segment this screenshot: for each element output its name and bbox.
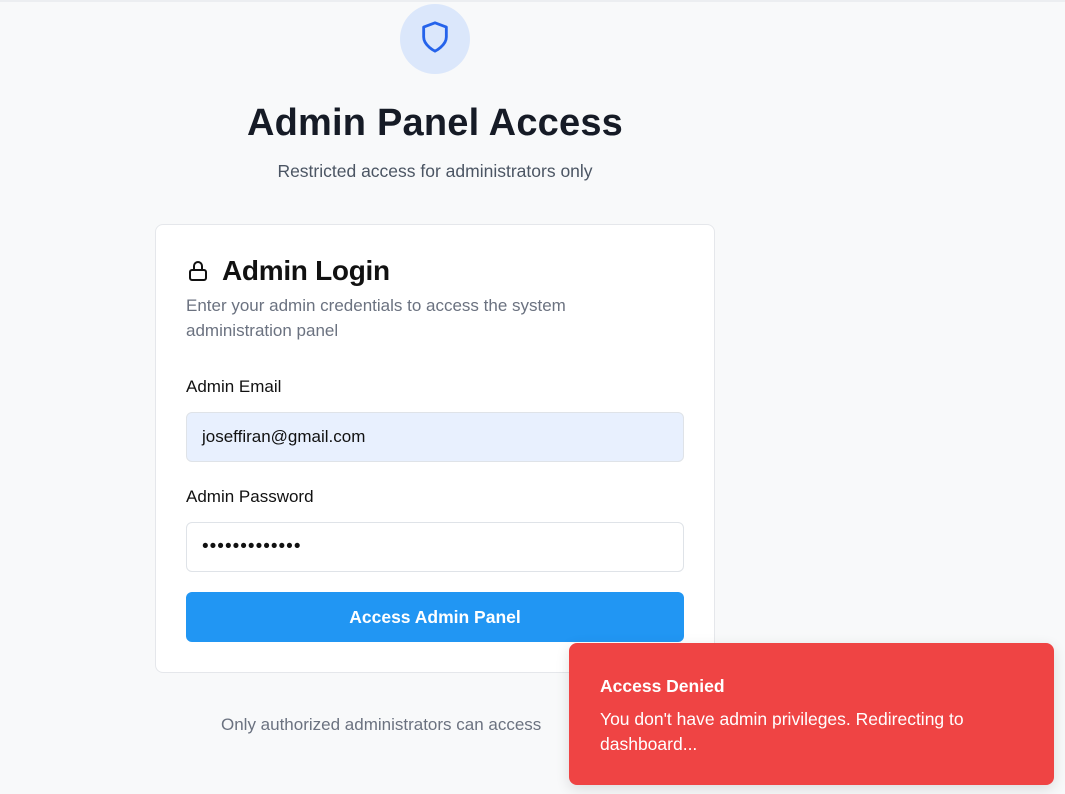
footer-note: Only authorized administrators can acces… — [221, 715, 542, 734]
toast-message: You don't have admin privileges. Redirec… — [600, 709, 964, 754]
card-description: Enter your admin credentials to access t… — [186, 296, 566, 340]
email-value: joseffiran@gmail.com — [202, 427, 366, 446]
toast-title: Access Denied — [600, 676, 725, 696]
email-label: Admin Email — [186, 377, 282, 396]
shield-icon — [418, 20, 452, 59]
lock-icon — [186, 258, 212, 284]
page-subtitle: Restricted access for administrators onl… — [277, 161, 593, 181]
card-header: Admin Login — [186, 255, 390, 287]
access-denied-toast[interactable]: Access Denied You don't have admin privi… — [569, 643, 1054, 785]
password-label: Admin Password — [186, 487, 314, 506]
page-title: Admin Panel Access — [246, 102, 623, 144]
shield-badge — [400, 4, 470, 74]
password-value: ••••••••••••• — [202, 536, 302, 557]
access-admin-panel-button[interactable]: Access Admin Panel — [186, 592, 684, 642]
top-divider — [0, 0, 1065, 2]
email-field[interactable]: joseffiran@gmail.com — [186, 412, 684, 462]
card-title: Admin Login — [222, 255, 390, 286]
admin-login-card: Admin Login Enter your admin credentials… — [155, 224, 715, 673]
password-field[interactable]: ••••••••••••• — [186, 522, 684, 572]
